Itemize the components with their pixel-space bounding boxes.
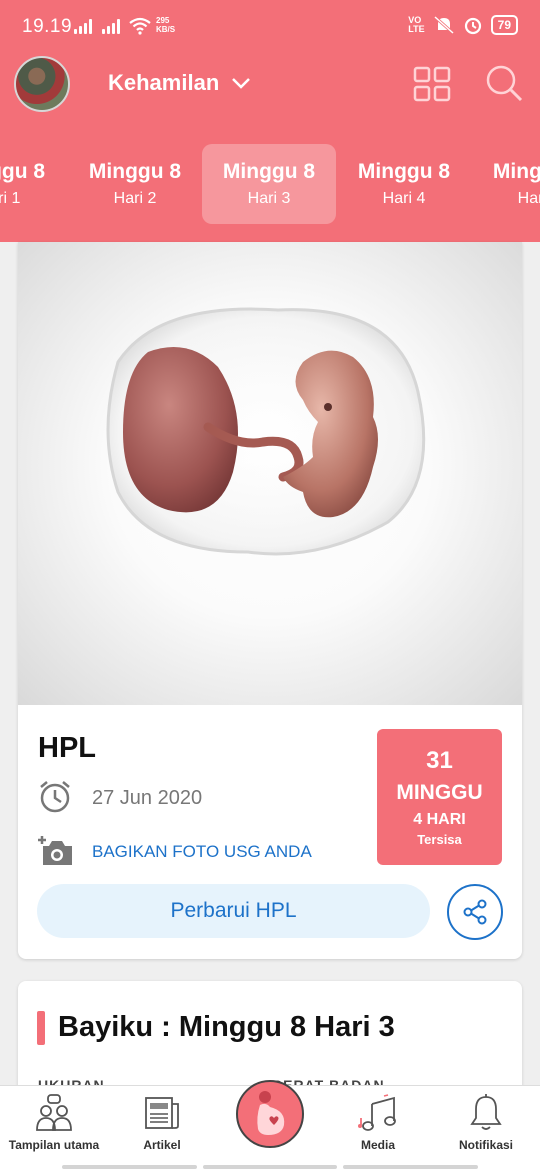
tab-day-2[interactable]: Minggu 8 Hari 2: [68, 144, 202, 224]
nav-label: Tampilan utama: [8, 1138, 100, 1152]
network-speed: 295 KB/S: [156, 16, 175, 34]
countdown-badge: 31 MINGGU 4 HARI Tersisa: [377, 729, 502, 865]
hpl-title: HPL: [38, 732, 96, 764]
accent-bar: [37, 1011, 45, 1045]
tab-day-label: Hari 5: [517, 190, 540, 207]
share-icon: [463, 899, 487, 925]
countdown-remaining: Tersisa: [417, 832, 462, 847]
pregnant-heart-icon: [257, 1091, 285, 1135]
status-time: 19.19: [22, 16, 73, 37]
hpl-card: HPL 27 Jun 2020 BAGIKAN FOTO USG ANDA 31…: [18, 242, 522, 959]
countdown-number: 31: [426, 747, 453, 774]
share-usg-link[interactable]: BAGIKAN FOTO USG ANDA: [92, 842, 312, 862]
tab-day-label: Hari 2: [113, 190, 157, 207]
baby-title: Bayiku : Minggu 8 Hari 3: [58, 1011, 395, 1043]
speed-value: 295: [156, 16, 170, 25]
grid-icon[interactable]: [413, 66, 451, 102]
speed-unit: KB/S: [156, 25, 176, 34]
countdown-days: 4 HARI: [413, 811, 466, 828]
wifi-icon: [129, 17, 151, 35]
tab-week-label: Minggu 8: [357, 160, 451, 183]
countdown-unit: MINGGU: [396, 781, 483, 804]
pregnancy-dropdown[interactable]: Kehamilan: [108, 70, 251, 96]
nav-label: Notifikasi: [458, 1138, 513, 1152]
tab-week-label: Minggu 8: [88, 160, 182, 183]
bell-icon: [470, 1094, 502, 1130]
tab-week-label: Minggu 8: [222, 160, 316, 183]
share-button[interactable]: [447, 884, 503, 940]
nav-notifications[interactable]: Notifikasi: [432, 1094, 540, 1152]
nav-home[interactable]: Tampilan utama: [0, 1094, 108, 1152]
nav-label: Artikel: [143, 1138, 181, 1152]
tab-day-label: Hari 1: [0, 190, 21, 207]
gesture-bar: [62, 1165, 479, 1169]
volte-line-2: LTE: [408, 24, 425, 34]
tab-day-4[interactable]: Minggu 8 Hari 4: [337, 144, 471, 224]
update-hpl-button[interactable]: Perbarui HPL: [37, 884, 430, 938]
people-icon: [36, 1094, 72, 1131]
nav-articles[interactable]: Artikel: [108, 1094, 216, 1152]
signal-icon-2: [102, 18, 120, 34]
day-tabs: Minggu 8 Hari 1 Minggu 8 Hari 2 Minggu 8…: [0, 144, 540, 224]
signal-icon: [74, 18, 92, 34]
chevron-down-icon: [232, 78, 251, 89]
status-right: VO LTE 79: [408, 15, 518, 35]
tab-day-label: Hari 4: [382, 190, 426, 207]
search-icon[interactable]: [485, 64, 523, 102]
fetus-illustration: [18, 242, 522, 705]
status-bar: 19.19 295 KB/S VO LTE 79: [0, 0, 540, 52]
newspaper-icon: [145, 1097, 179, 1129]
battery-icon: 79: [490, 15, 518, 35]
tab-day-3[interactable]: Minggu 8 Hari 3: [202, 144, 336, 224]
hpl-date: 27 Jun 2020: [92, 787, 203, 809]
tab-day-label: Hari 3: [247, 190, 291, 207]
nav-pregnancy[interactable]: [236, 1080, 304, 1148]
bottom-nav: Tampilan utama Artikel Media Notifikasi: [0, 1080, 540, 1170]
page-title: Kehamilan: [108, 70, 220, 95]
tab-week-label: Minggu 8: [0, 160, 46, 183]
alarm-icon: [464, 17, 481, 35]
clock-icon: [40, 781, 70, 813]
tab-day-1[interactable]: Minggu 8 Hari 1: [0, 144, 66, 224]
tab-day-5[interactable]: Minggu 8 Hari 5: [472, 144, 540, 224]
app-header: 19.19 295 KB/S VO LTE 79 Kehamilan gu 8 …: [0, 0, 540, 242]
fetus-image: [106, 307, 426, 556]
tab-week-label: Minggu 8: [492, 160, 540, 183]
mute-icon: [433, 15, 454, 35]
avatar[interactable]: [14, 56, 70, 112]
nav-media[interactable]: Media: [324, 1094, 432, 1152]
volte-icon: VO LTE: [408, 16, 424, 34]
music-icon: [358, 1094, 396, 1131]
nav-label: Media: [360, 1138, 395, 1152]
camera-add-icon[interactable]: [36, 833, 74, 867]
